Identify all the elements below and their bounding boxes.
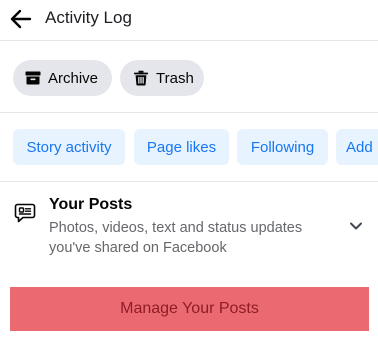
page-title: Activity Log [45,8,132,27]
top-bar: Activity Log [0,0,378,41]
trash-button[interactable]: Trash [120,60,204,96]
archive-box-icon [25,71,41,85]
chip-page-likes[interactable]: Page likes [134,129,229,165]
back-arrow-icon[interactable] [8,6,34,32]
archive-label: Archive [48,69,99,87]
chip-add-partial[interactable]: Add [336,129,378,165]
chip-story-activity[interactable]: Story activity [13,129,125,165]
chip-following[interactable]: Following [237,129,328,165]
section-description: Photos, videos, text and status updates … [49,220,303,256]
chevron-down-icon[interactable] [347,217,365,235]
trash-label: Trash [156,69,194,87]
divider [0,112,378,113]
posts-chat-icon [14,203,36,223]
divider [0,181,378,182]
manage-posts-button[interactable]: Manage Your Posts [10,287,369,331]
archive-button[interactable]: Archive [13,60,112,96]
section-title: Your Posts [49,196,133,213]
trash-can-icon [134,70,148,86]
